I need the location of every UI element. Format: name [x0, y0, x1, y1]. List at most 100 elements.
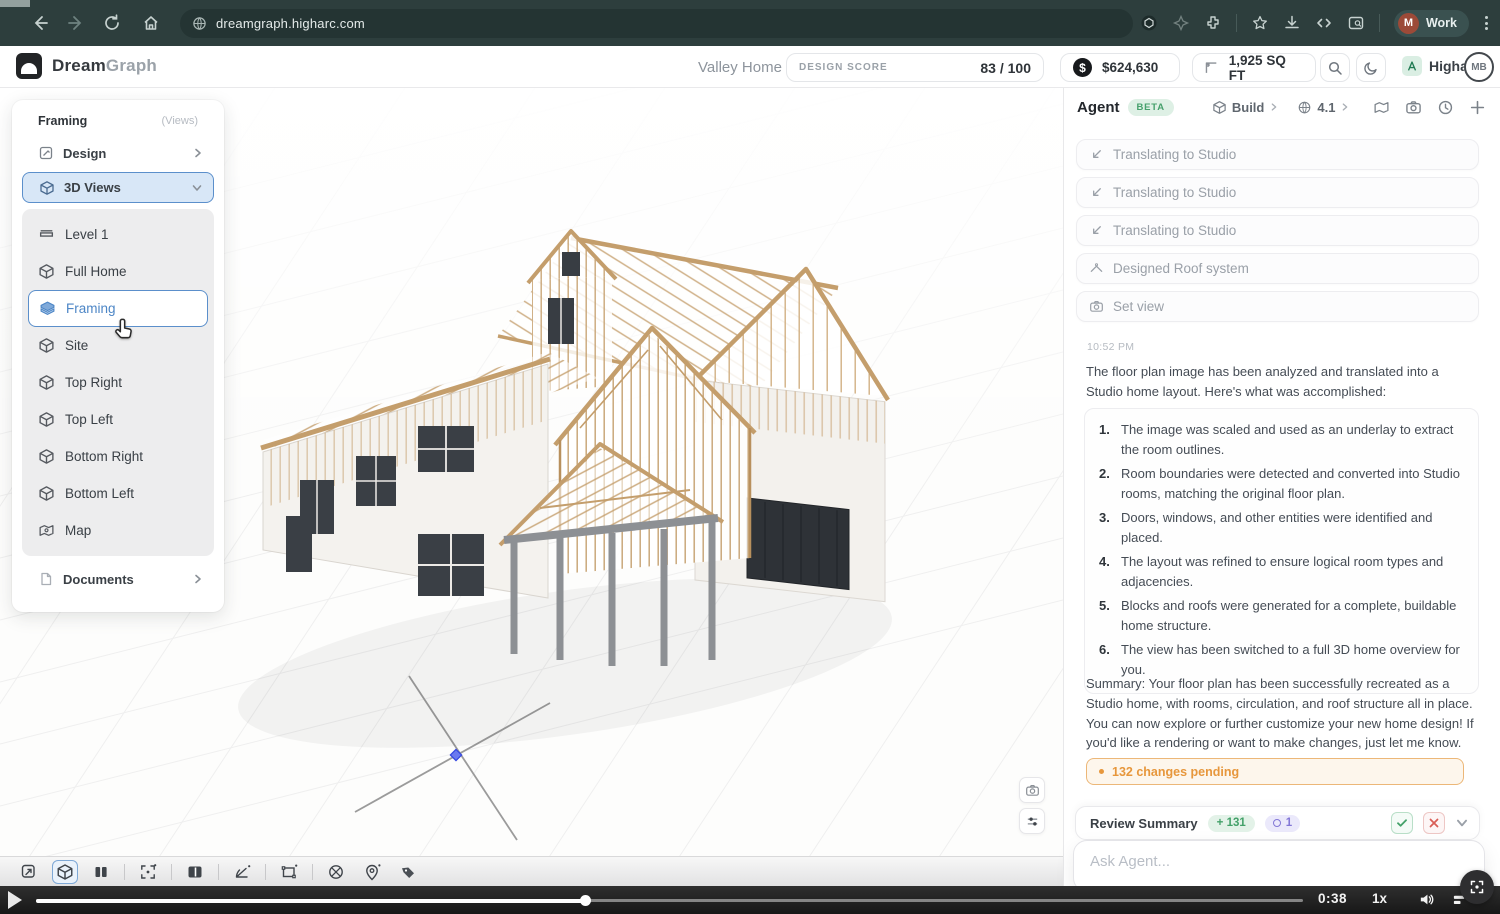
forward-button[interactable] — [66, 13, 86, 33]
area-pill[interactable]: 1,925 SQ FT — [1192, 53, 1316, 82]
profile-label: Work — [1426, 16, 1457, 30]
play-button[interactable] — [8, 891, 22, 909]
browser-menu-icon[interactable] — [1483, 14, 1490, 32]
screenshot-overlay-button[interactable] — [1460, 870, 1494, 904]
reload-button[interactable] — [102, 13, 122, 33]
message-timestamp: 10:52 PM — [1087, 341, 1134, 353]
theme-toggle-button[interactable] — [1356, 53, 1386, 82]
view-item-top-left[interactable]: Top Left — [28, 401, 208, 438]
snapshot-button[interactable] — [1019, 777, 1045, 803]
ruler-icon — [1203, 60, 1219, 76]
extension-icon-2[interactable] — [1172, 14, 1190, 32]
ask-agent-box — [1073, 840, 1485, 892]
divider — [1236, 14, 1237, 32]
view-item-map[interactable]: Map — [28, 512, 208, 549]
map-icon[interactable] — [1373, 99, 1390, 116]
status-row[interactable]: Set view — [1076, 291, 1479, 322]
translate-arrow-icon — [1089, 185, 1104, 200]
view-item-full-home[interactable]: Full Home — [28, 253, 208, 290]
reject-button[interactable] — [1423, 812, 1445, 834]
step-item: The layout was refined to ensure logical… — [1099, 552, 1464, 591]
view-item-label: Full Home — [65, 264, 127, 279]
chevron-right-icon — [192, 573, 204, 585]
volume-button[interactable] — [1418, 891, 1435, 913]
status-row[interactable]: Translating to Studio — [1076, 177, 1479, 208]
divider — [171, 864, 172, 880]
profile-avatar: M — [1398, 13, 1419, 34]
speaker-icon — [1418, 891, 1435, 908]
cube-icon — [38, 485, 55, 502]
side-panel-icon[interactable] — [1347, 14, 1365, 32]
view-item-bottom-right[interactable]: Bottom Right — [28, 438, 208, 475]
extensions-puzzle-icon[interactable] — [1204, 14, 1222, 32]
status-row[interactable]: Designed Roof system — [1076, 253, 1479, 284]
price-value: $624,630 — [1102, 60, 1158, 75]
site-info-icon[interactable] — [192, 16, 207, 31]
chevron-down-icon — [191, 182, 203, 194]
tag-tool[interactable] — [395, 860, 421, 884]
step-item: Blocks and roofs were generated for a co… — [1099, 596, 1464, 635]
review-summary-bar[interactable]: Review Summary + 131 1 — [1075, 806, 1480, 840]
section-cut-tool[interactable] — [323, 860, 349, 884]
view-item-label: Site — [65, 338, 88, 353]
view-item-level-1[interactable]: Level 1 — [28, 216, 208, 253]
cube-icon — [38, 374, 55, 391]
back-button[interactable] — [30, 13, 50, 33]
view-item-bottom-left[interactable]: Bottom Left — [28, 475, 208, 512]
home-icon[interactable] — [141, 13, 161, 33]
level-icon — [38, 226, 55, 243]
step-item: Doors, windows, and other entities were … — [1099, 508, 1464, 547]
roof-pitch-tool[interactable] — [229, 860, 255, 884]
sidebar-item-3d-views[interactable]: 3D Views — [22, 172, 214, 203]
changes-pending-badge[interactable]: 132 changes pending — [1086, 758, 1464, 785]
sidebar-item-design[interactable]: Design — [22, 138, 214, 168]
approve-button[interactable] — [1391, 812, 1413, 834]
cube-icon — [38, 263, 55, 280]
split-view-tool[interactable] — [88, 860, 114, 884]
camera-icon[interactable] — [1405, 99, 1422, 116]
url-bar[interactable]: dreamgraph.higharc.com — [180, 9, 1133, 38]
browser-tab[interactable] — [0, 0, 30, 7]
brand-bold: Dream — [52, 56, 106, 75]
step-item: The image was scaled and used as an unde… — [1099, 420, 1464, 459]
zoom-extents-tool[interactable] — [135, 860, 161, 884]
download-icon[interactable] — [1283, 14, 1301, 32]
3d-view-tool[interactable] — [52, 860, 78, 884]
history-icon[interactable] — [1437, 99, 1454, 116]
extension-icon-1[interactable] — [1140, 14, 1158, 32]
search-button[interactable] — [1320, 53, 1350, 82]
layout-panels-tool[interactable] — [182, 860, 208, 884]
view-item-top-right[interactable]: Top Right — [28, 364, 208, 401]
video-speed[interactable]: 1x — [1372, 891, 1387, 906]
rectangle-tool[interactable] — [276, 860, 302, 884]
close-icon — [1428, 817, 1440, 829]
location-pin-tool[interactable] — [359, 860, 385, 884]
bookmark-star-icon[interactable] — [1251, 14, 1269, 32]
sidebar-item-documents[interactable]: Documents — [22, 564, 214, 594]
video-playhead[interactable] — [580, 895, 591, 906]
user-avatar[interactable]: MB — [1464, 52, 1494, 82]
project-name[interactable]: Valley Home — [698, 59, 782, 76]
plan-view-tool[interactable] — [16, 860, 42, 884]
new-chat-plus-icon[interactable] — [1469, 99, 1486, 116]
status-label: Translating to Studio — [1113, 147, 1236, 162]
design-score-value: 83 / 100 — [980, 60, 1031, 76]
status-row[interactable]: Translating to Studio — [1076, 139, 1479, 170]
dreamgraph-logo[interactable]: DreamGraph — [16, 53, 157, 79]
camera-icon — [1025, 783, 1040, 798]
design-score-pill[interactable]: DESIGN SCORE 83 / 100 — [786, 53, 1044, 82]
price-pill[interactable]: $ $624,630 — [1060, 53, 1180, 82]
higharc-logo-icon — [1402, 56, 1422, 76]
chevron-down-icon[interactable] — [1455, 816, 1469, 830]
video-progress-track[interactable] — [36, 899, 1303, 902]
browser-profile-chip[interactable]: M Work — [1394, 10, 1469, 37]
status-label: Translating to Studio — [1113, 185, 1236, 200]
version-menu[interactable]: 4.1 — [1297, 100, 1350, 115]
devtools-icon[interactable] — [1315, 14, 1333, 32]
build-menu[interactable]: Build — [1212, 100, 1280, 115]
area-value: 1,925 SQ FT — [1229, 53, 1305, 83]
divider — [265, 864, 266, 880]
view-settings-button[interactable] — [1019, 808, 1045, 834]
ask-agent-input[interactable] — [1074, 841, 1484, 891]
status-row[interactable]: Translating to Studio — [1076, 215, 1479, 246]
